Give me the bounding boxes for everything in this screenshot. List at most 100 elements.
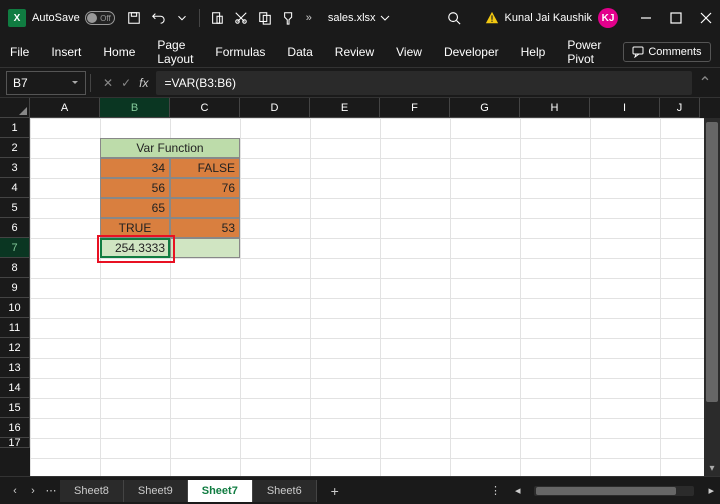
- excel-window: X AutoSave Off » sales.xlsx Kunal Jai Ka…: [0, 0, 720, 504]
- search-icon[interactable]: [447, 11, 461, 25]
- tab-view[interactable]: View: [396, 45, 422, 59]
- cell-c6[interactable]: 53: [170, 218, 240, 238]
- row-header-2[interactable]: 2: [0, 138, 30, 158]
- tab-data[interactable]: Data: [287, 45, 312, 59]
- tab-developer[interactable]: Developer: [444, 45, 499, 59]
- row-header-9[interactable]: 9: [0, 278, 30, 298]
- tab-more-icon[interactable]: ⋯: [42, 482, 60, 500]
- hscroll-left-icon[interactable]: ◂: [515, 484, 521, 497]
- col-header-g[interactable]: G: [450, 98, 520, 118]
- col-header-i[interactable]: I: [590, 98, 660, 118]
- tab-home[interactable]: Home: [103, 45, 135, 59]
- row-header-10[interactable]: 10: [0, 298, 30, 318]
- tab-insert[interactable]: Insert: [51, 45, 81, 59]
- tab-file[interactable]: File: [10, 45, 29, 59]
- col-header-e[interactable]: E: [310, 98, 380, 118]
- redo-dropdown-icon[interactable]: [175, 11, 189, 25]
- cell-grid[interactable]: /* decorative grid drawn via cell border…: [30, 118, 720, 476]
- row-header-5[interactable]: 5: [0, 198, 30, 218]
- sheet-tab-sheet6[interactable]: Sheet6: [253, 480, 317, 502]
- autosave-label: AutoSave: [32, 12, 80, 24]
- col-header-a[interactable]: A: [30, 98, 100, 118]
- scroll-down-icon[interactable]: ▾: [704, 460, 720, 476]
- row-header-6[interactable]: 6: [0, 218, 30, 238]
- user-account[interactable]: Kunal Jai Kaushik KJ: [485, 8, 618, 28]
- cell-b2-header[interactable]: Var Function: [100, 138, 240, 158]
- username: Kunal Jai Kaushik: [505, 12, 592, 24]
- formula-input[interactable]: =VAR(B3:B6): [156, 71, 692, 95]
- add-sheet-button[interactable]: +: [323, 483, 347, 499]
- row-header-14[interactable]: 14: [0, 378, 30, 398]
- toggle-switch[interactable]: Off: [85, 11, 115, 25]
- cell-b5[interactable]: 65: [100, 198, 170, 218]
- filename-area[interactable]: sales.xlsx: [328, 12, 390, 24]
- formula-text: =VAR(B3:B6): [164, 76, 235, 90]
- autosave-toggle[interactable]: AutoSave Off: [32, 11, 115, 25]
- select-all-corner[interactable]: [0, 98, 30, 118]
- undo-icon[interactable]: [151, 11, 165, 25]
- horizontal-scrollbar[interactable]: [534, 486, 694, 496]
- cell-c4[interactable]: 76: [170, 178, 240, 198]
- comments-label: Comments: [648, 46, 701, 58]
- tab-power-pivot[interactable]: Power Pivot: [567, 38, 601, 66]
- col-header-d[interactable]: D: [240, 98, 310, 118]
- row-header-16[interactable]: 16: [0, 418, 30, 438]
- fx-icon[interactable]: fx: [139, 76, 148, 90]
- minimize-icon[interactable]: [640, 12, 652, 24]
- cut-icon[interactable]: [234, 11, 248, 25]
- comments-button[interactable]: Comments: [623, 42, 710, 62]
- col-header-j[interactable]: J: [660, 98, 700, 118]
- row-header-4[interactable]: 4: [0, 178, 30, 198]
- copy-icon[interactable]: [258, 11, 272, 25]
- row-header-15[interactable]: 15: [0, 398, 30, 418]
- col-header-h[interactable]: H: [520, 98, 590, 118]
- sheet-tab-sheet8[interactable]: Sheet8: [60, 480, 124, 502]
- save-icon[interactable]: [127, 11, 141, 25]
- cell-b6[interactable]: TRUE: [100, 218, 170, 238]
- cell-b7[interactable]: 254.3333: [100, 238, 170, 258]
- status-right: ⋮ ◂ ▸: [490, 484, 714, 497]
- formula-buttons: ✕ ✓ fx: [103, 76, 148, 90]
- row-header-3[interactable]: 3: [0, 158, 30, 178]
- excel-icon: X: [8, 9, 26, 27]
- hscroll-right-icon[interactable]: ▸: [708, 484, 714, 497]
- name-box[interactable]: B7: [6, 71, 86, 95]
- vertical-scrollbar[interactable]: ▾: [704, 118, 720, 476]
- col-header-f[interactable]: F: [380, 98, 450, 118]
- tab-help[interactable]: Help: [521, 45, 546, 59]
- tab-next-icon[interactable]: ›: [24, 482, 42, 500]
- sheet-tab-sheet7[interactable]: Sheet7: [188, 480, 253, 502]
- tab-formulas[interactable]: Formulas: [215, 45, 265, 59]
- cell-b3[interactable]: 34: [100, 158, 170, 178]
- row-header-17[interactable]: 17: [0, 438, 30, 448]
- row-header-12[interactable]: 12: [0, 338, 30, 358]
- paste-icon[interactable]: [210, 11, 224, 25]
- scroll-thumb[interactable]: [706, 122, 718, 402]
- expand-formula-icon[interactable]: ⌃: [698, 76, 712, 90]
- tab-prev-icon[interactable]: ‹: [6, 482, 24, 500]
- titlebar-right: Kunal Jai Kaushik KJ: [485, 8, 712, 28]
- cell-c5[interactable]: [170, 198, 240, 218]
- maximize-icon[interactable]: [670, 12, 682, 24]
- row-header-1[interactable]: 1: [0, 118, 30, 138]
- cell-c7[interactable]: [170, 238, 240, 258]
- close-icon[interactable]: [700, 12, 712, 24]
- col-header-b[interactable]: B: [100, 98, 170, 118]
- tab-page-layout[interactable]: Page Layout: [157, 38, 193, 66]
- cancel-icon[interactable]: ✕: [103, 76, 113, 90]
- row-header-7[interactable]: 7: [0, 238, 30, 258]
- enter-icon[interactable]: ✓: [121, 76, 131, 90]
- row-header-13[interactable]: 13: [0, 358, 30, 378]
- cell-b4[interactable]: 56: [100, 178, 170, 198]
- cell-c3[interactable]: FALSE: [170, 158, 240, 178]
- col-header-c[interactable]: C: [170, 98, 240, 118]
- autosave-state: Off: [100, 14, 111, 23]
- row-header-11[interactable]: 11: [0, 318, 30, 338]
- row-header-8[interactable]: 8: [0, 258, 30, 278]
- tab-review[interactable]: Review: [335, 45, 374, 59]
- qat-overflow[interactable]: »: [306, 12, 312, 24]
- hscroll-thumb[interactable]: [536, 487, 676, 495]
- sheet-tab-sheet9[interactable]: Sheet9: [124, 480, 188, 502]
- format-painter-icon[interactable]: [282, 11, 296, 25]
- cell-reference: B7: [13, 76, 28, 90]
